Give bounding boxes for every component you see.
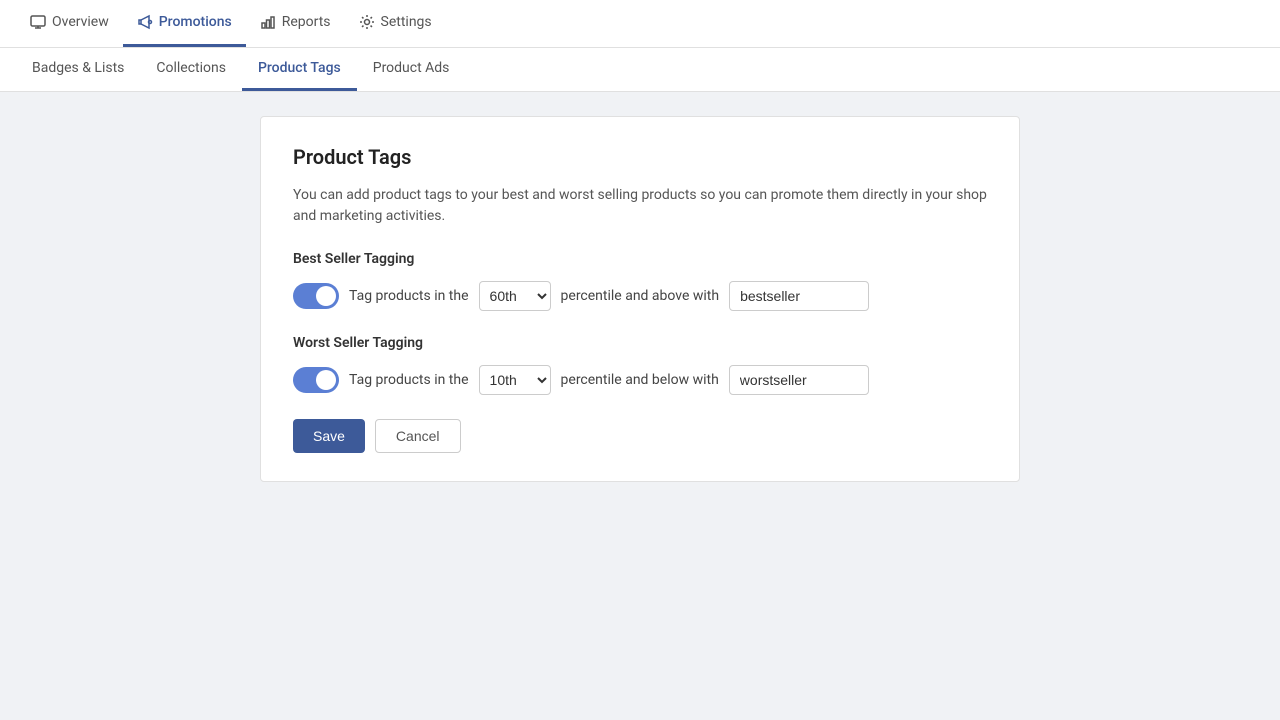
card-description: You can add product tags to your best an… [293, 185, 987, 227]
nav-reports[interactable]: Reports [246, 0, 345, 47]
save-button[interactable]: Save [293, 419, 365, 453]
best-seller-suffix: percentile and above with [561, 288, 720, 304]
worst-seller-prefix: Tag products in the [349, 372, 469, 388]
subnav-collections[interactable]: Collections [140, 48, 242, 91]
nav-promotions-label: Promotions [159, 14, 232, 30]
monitor-icon [30, 14, 46, 30]
megaphone-icon [137, 14, 153, 30]
nav-settings[interactable]: Settings [345, 0, 446, 47]
chart-icon [260, 14, 276, 30]
worst-seller-row: Tag products in the 10th 20th 30th 40th … [293, 365, 987, 395]
nav-overview-label: Overview [52, 14, 109, 30]
gear-icon [359, 14, 375, 30]
cancel-button[interactable]: Cancel [375, 419, 461, 453]
nav-reports-label: Reports [282, 14, 331, 30]
nav-settings-label: Settings [381, 14, 432, 30]
card-title: Product Tags [293, 145, 987, 169]
sub-navigation: Badges & Lists Collections Product Tags … [0, 48, 1280, 92]
best-seller-toggle[interactable] [293, 283, 339, 309]
worst-seller-toggle[interactable] [293, 367, 339, 393]
best-seller-prefix: Tag products in the [349, 288, 469, 304]
nav-promotions[interactable]: Promotions [123, 0, 246, 47]
worst-seller-tag-input[interactable] [729, 365, 869, 395]
top-navigation: Overview Promotions Reports [0, 0, 1280, 48]
best-seller-row: Tag products in the 60th 10th 20th 30th … [293, 281, 987, 311]
subnav-badges-lists[interactable]: Badges & Lists [16, 48, 140, 91]
worst-seller-percentile-select[interactable]: 10th 20th 30th 40th 50th 60th 70th 80th … [479, 365, 551, 395]
best-seller-title: Best Seller Tagging [293, 251, 987, 267]
action-buttons: Save Cancel [293, 419, 987, 453]
worst-seller-suffix: percentile and below with [561, 372, 719, 388]
worst-seller-toggle-slider [293, 367, 339, 393]
worst-seller-section: Worst Seller Tagging Tag products in the… [293, 335, 987, 395]
best-seller-percentile-select[interactable]: 60th 10th 20th 30th 40th 50th 70th 80th … [479, 281, 551, 311]
product-tags-card: Product Tags You can add product tags to… [260, 116, 1020, 482]
worst-seller-title: Worst Seller Tagging [293, 335, 987, 351]
best-seller-section: Best Seller Tagging Tag products in the … [293, 251, 987, 311]
main-content: Product Tags You can add product tags to… [0, 92, 1280, 506]
nav-overview[interactable]: Overview [16, 0, 123, 47]
best-seller-tag-input[interactable] [729, 281, 869, 311]
best-seller-toggle-slider [293, 283, 339, 309]
subnav-product-tags[interactable]: Product Tags [242, 48, 357, 91]
subnav-product-ads[interactable]: Product Ads [357, 48, 466, 91]
